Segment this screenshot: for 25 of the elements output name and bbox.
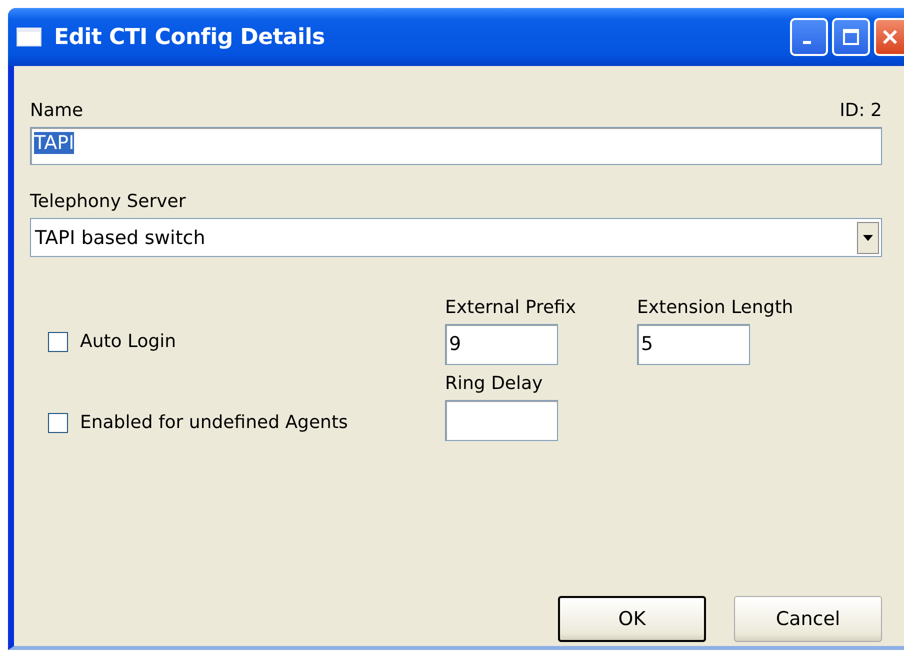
maximize-button[interactable]	[832, 18, 870, 56]
name-field[interactable]: TAPI	[30, 127, 882, 165]
maximize-icon	[842, 28, 860, 46]
checkbox-label: Auto Login	[80, 331, 176, 352]
close-button[interactable]	[874, 18, 904, 56]
checkbox[interactable]	[48, 332, 68, 352]
window-icon	[16, 27, 42, 47]
checkbox-label: Enabled for undefined Agents	[80, 412, 348, 433]
field-label: Extension Length	[637, 297, 794, 318]
dialog-button[interactable]: OK	[558, 596, 706, 642]
close-icon	[881, 28, 899, 46]
field-label: External Prefix	[445, 297, 576, 318]
field-label: Telephony Server	[30, 191, 187, 212]
field-label: Ring Delay	[445, 373, 543, 394]
field-label: Name	[30, 100, 84, 121]
input-field[interactable]: 9	[445, 324, 558, 365]
minimize-icon	[802, 40, 810, 44]
telephony-server-dropdown[interactable]: TAPI based switch	[30, 218, 882, 257]
input-field[interactable]: 5	[637, 324, 750, 365]
id-label: ID: 2	[840, 100, 882, 121]
dialog-button[interactable]: Cancel	[734, 596, 882, 642]
checkbox[interactable]	[48, 412, 68, 432]
input-field[interactable]	[445, 400, 558, 441]
window-title: Edit CTI Config Details	[54, 24, 326, 50]
minimize-button[interactable]	[790, 18, 828, 56]
